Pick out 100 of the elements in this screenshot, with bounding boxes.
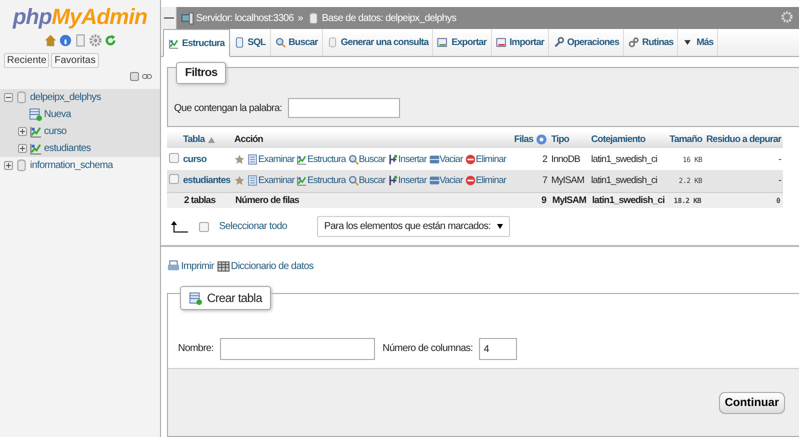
sort-arrow-icon[interactable] — [208, 136, 215, 142]
expand-icon[interactable] — [18, 127, 27, 136]
action-link[interactable]: Insertar — [387, 175, 427, 186]
search-icon — [274, 37, 286, 48]
tree-item[interactable]: curso — [44, 126, 66, 137]
table-cell: latin1_swedish_ci — [591, 175, 658, 186]
action-link[interactable]: Vaciar — [428, 154, 463, 164]
action-link[interactable]: Estructura — [296, 154, 346, 164]
action-link[interactable]: Insertar — [387, 154, 427, 164]
expand-icon[interactable] — [4, 161, 13, 170]
document-icon — [74, 34, 86, 47]
server-icon — [181, 12, 194, 24]
structure-icon — [29, 142, 42, 155]
action-link[interactable]: Buscar — [348, 175, 386, 186]
new-table-icon — [29, 108, 42, 121]
tab[interactable]: Exportar — [433, 29, 492, 56]
collapse-icon[interactable] — [4, 93, 13, 102]
action-link[interactable]: Examinar — [247, 175, 294, 186]
filter-label: Que contengan la palabra: — [174, 102, 282, 114]
info-icon — [58, 34, 72, 47]
search-icon — [348, 154, 359, 164]
collapse-all-icon[interactable] — [130, 72, 139, 81]
sql-icon — [234, 37, 245, 48]
breadcrumb-link[interactable]: Base de datos: delpeipx_delphys — [322, 12, 456, 24]
star-icon[interactable] — [234, 175, 246, 186]
table-cell: latin1_swedish_ci — [592, 194, 664, 206]
tab[interactable]: Buscar — [270, 29, 323, 56]
table-cell: 2 tablas — [184, 194, 216, 206]
star-icon[interactable] — [234, 154, 246, 164]
filter-field[interactable] — [288, 98, 400, 118]
table-cell: InnoDB — [551, 154, 580, 164]
tab[interactable]: Más — [678, 29, 718, 56]
table-cell: 2 — [542, 154, 548, 164]
sidebar-tab[interactable]: Reciente — [4, 53, 50, 68]
table-cell: MyISAM — [551, 175, 584, 186]
field-label: Número de columnas: — [382, 343, 473, 354]
help-icon[interactable] — [536, 134, 548, 145]
breadcrumb-link[interactable]: Servidor: localhost:3306 — [196, 12, 294, 24]
empty-icon — [428, 175, 440, 186]
tab[interactable]: Estructura — [163, 29, 230, 57]
link[interactable]: Imprimir — [167, 260, 214, 273]
empty-icon — [428, 154, 440, 164]
tree-item[interactable]: Nueva — [44, 109, 71, 120]
structure-icon — [29, 125, 42, 138]
structure-icon — [296, 175, 308, 186]
row-checkbox[interactable] — [169, 152, 179, 162]
gears-icon — [628, 37, 640, 48]
database-icon — [306, 12, 320, 24]
gear-icon — [88, 34, 102, 47]
search-icon — [348, 175, 359, 186]
wrench-icon — [553, 37, 564, 48]
expand-icon[interactable] — [18, 144, 27, 153]
action-link[interactable]: Eliminar — [464, 154, 506, 164]
tab[interactable]: Importar — [492, 29, 550, 56]
action-link[interactable]: Vaciar — [428, 175, 463, 186]
create-table-button[interactable]: Crear tabla — [180, 286, 271, 310]
browse-icon — [247, 154, 258, 164]
caret-icon — [496, 224, 503, 229]
table-name-link[interactable]: curso — [183, 154, 206, 164]
fieldset-legend: Filtros — [176, 62, 226, 84]
action-link[interactable]: Eliminar — [464, 175, 506, 186]
sidebar-tab[interactable]: Favoritas — [51, 53, 99, 68]
home-icon — [44, 34, 56, 47]
link-icon[interactable] — [142, 72, 152, 81]
tree-item[interactable]: estudiantes — [44, 143, 91, 154]
database-icon — [15, 159, 28, 172]
insert-icon — [387, 175, 398, 186]
logo[interactable]: phpMyAdmin — [0, 0, 160, 30]
field-label: Nombre: — [178, 343, 214, 354]
continue-button[interactable]: Continuar — [718, 392, 785, 414]
link[interactable]: Diccionario de datos — [216, 260, 314, 273]
table-cell: latin1_swedish_ci — [591, 154, 658, 164]
delete-icon — [464, 175, 476, 186]
table-cell: - — [778, 154, 782, 164]
tab[interactable]: Operaciones — [549, 29, 624, 56]
tree-item[interactable]: information_schema — [30, 160, 113, 171]
arrow-up-icon — [171, 220, 189, 232]
select-all-checkbox[interactable] — [199, 222, 209, 232]
row-checkbox[interactable] — [169, 174, 179, 184]
action-link[interactable]: Estructura — [296, 175, 346, 186]
import-icon — [496, 37, 507, 48]
action-link[interactable]: Buscar — [348, 154, 386, 164]
export-icon — [437, 37, 448, 48]
table-cell: MyISAM — [552, 194, 586, 206]
insert-icon — [387, 154, 398, 164]
tab[interactable]: SQL — [230, 29, 271, 56]
tab[interactable]: Rutinas — [624, 29, 678, 56]
select-all-label[interactable]: Seleccionar todo — [219, 221, 288, 232]
column-count-field[interactable]: 4 — [478, 338, 517, 360]
table-name-field[interactable] — [220, 338, 375, 360]
action-link[interactable]: Examinar — [247, 154, 294, 164]
table-cell: - — [778, 175, 782, 186]
structure-icon — [168, 38, 179, 48]
tab[interactable]: Generar una consulta — [322, 29, 434, 56]
reload-icon — [104, 34, 116, 47]
gear-icon[interactable] — [781, 10, 793, 22]
new-table-icon — [189, 292, 202, 304]
delete-icon — [464, 154, 476, 164]
bulk-action-dropdown[interactable]: Para los elementos que están marcados: — [317, 216, 510, 237]
structure-icon — [296, 154, 308, 164]
